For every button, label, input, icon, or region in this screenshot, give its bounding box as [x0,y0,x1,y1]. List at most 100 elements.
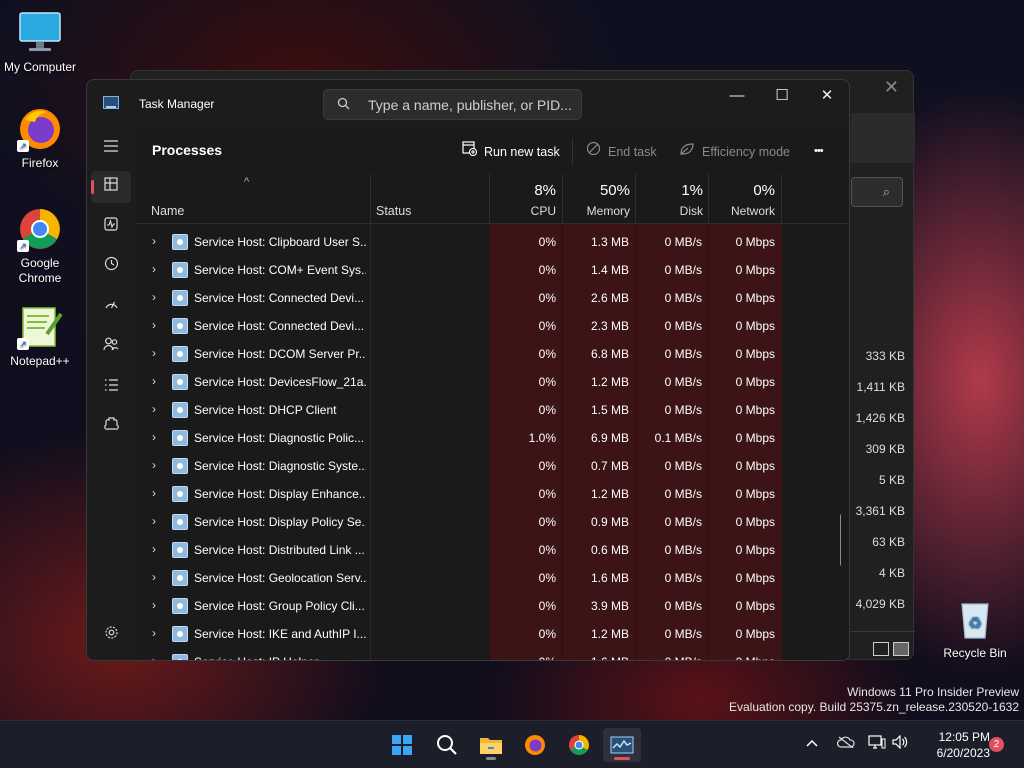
process-cpu: 0% [538,263,556,277]
expand-chevron-icon[interactable]: › [152,402,162,416]
expand-chevron-icon[interactable]: › [152,626,162,640]
process-cpu: 0% [538,235,556,249]
process-row[interactable]: › Service Host: Connected Devi... 0% 2.6 MB… [136,284,841,312]
column-header-name[interactable]: Name [151,204,184,218]
show-hidden-icons-chevron-icon[interactable] [806,735,818,751]
nav-settings-gear-icon[interactable] [91,620,131,652]
process-row[interactable]: › Service Host: DCOM Server Pr... 0% 6.8 MB… [136,340,841,368]
column-divider[interactable] [781,174,782,224]
expand-chevron-icon[interactable]: › [152,542,162,556]
recycle-bin-icon: ♻ [952,596,998,642]
nav-services-icon[interactable] [91,411,131,443]
search-icon [437,735,457,755]
nav-processes-icon[interactable] [91,171,131,203]
background-window-close-icon[interactable]: ✕ [884,77,899,98]
process-disk: 0 MB/s [664,627,702,641]
desktop-icon-recycle-bin[interactable]: ♻ Recycle Bin [935,596,1015,660]
process-name: Service Host: DCOM Server Pr... [194,347,366,361]
expand-chevron-icon[interactable]: › [152,346,162,360]
process-name: Service Host: Geolocation Serv... [194,571,366,585]
expand-chevron-icon[interactable]: › [152,318,162,332]
network-icon[interactable] [868,735,886,752]
process-row[interactable]: › Service Host: Display Enhance... 0% 1.2 M… [136,480,841,508]
expand-chevron-icon[interactable]: › [152,430,162,444]
efficiency-mode-button[interactable]: Efficiency mode [678,140,790,162]
process-row[interactable]: › Service Host: Clipboard User S... 0% 1.3 … [136,228,841,256]
start-button[interactable] [383,728,421,762]
expand-chevron-icon[interactable]: › [152,598,162,612]
process-row[interactable]: › Service Host: Distributed Link ... 0% 0.6… [136,536,841,564]
service-host-icon [172,542,188,558]
process-row[interactable]: › Service Host: IP Helper 0% 1.6 MB 0 MB/s 0 … [136,648,841,660]
column-divider[interactable] [708,174,709,224]
taskbar-task-manager[interactable] [603,728,641,762]
column-divider[interactable] [562,174,563,224]
column-divider[interactable] [489,174,490,224]
expand-chevron-icon[interactable]: › [152,234,162,248]
shortcut-arrow-icon: ↗ [17,338,29,350]
expand-chevron-icon[interactable]: › [152,290,162,304]
process-row[interactable]: › Service Host: Diagnostic Syste... 0% 0.7 … [136,452,841,480]
process-network: 0 Mbps [735,515,775,529]
desktop-icon-notepadpp[interactable]: ↗ Notepad++ [0,304,80,368]
search-box[interactable] [323,89,582,120]
tiles-view-icon[interactable] [893,642,909,656]
process-cpu: 0% [538,515,556,529]
taskbar-file-explorer[interactable] [472,728,510,762]
taskbar-firefox[interactable] [516,728,554,762]
background-window-search[interactable]: ⌕ [851,177,903,207]
process-row[interactable]: › Service Host: DevicesFlow_21a... 0% 1.2 M… [136,368,841,396]
process-disk: 0 MB/s [664,459,702,473]
expand-chevron-icon[interactable]: › [152,374,162,388]
column-header-status[interactable]: Status [376,204,411,218]
notification-badge[interactable]: 2 [989,737,1004,752]
desktop-icon-my-computer[interactable]: My Computer [0,10,80,74]
onedrive-cloud-icon[interactable] [836,735,855,751]
process-row[interactable]: › Service Host: IKE and AuthIP I... 0% 1.2 … [136,620,841,648]
nav-users-icon[interactable] [91,331,131,363]
expand-chevron-icon[interactable]: › [152,486,162,500]
shortcut-arrow-icon: ↗ [17,140,29,152]
process-memory: 1.4 MB [590,263,629,277]
process-row[interactable]: › Service Host: Connected Devi... 0% 2.3 MB… [136,312,841,340]
title-bar[interactable]: Task Manager — ☐ ✕ [87,80,849,128]
nav-details-icon[interactable] [91,371,131,403]
process-row[interactable]: › Service Host: Geolocation Serv... 0% 1.6 … [136,564,841,592]
task-manager-window[interactable]: Task Manager — ☐ ✕ [86,79,850,661]
expand-chevron-icon[interactable]: › [152,570,162,584]
close-button[interactable]: ✕ [807,84,847,108]
process-cpu: 0% [538,347,556,361]
nav-app-history-icon[interactable] [91,251,131,283]
more-options-button[interactable]: ••• [814,140,824,162]
desktop-icon-firefox[interactable]: ↗ Firefox [0,106,80,170]
expand-chevron-icon[interactable]: › [152,262,162,276]
system-clock[interactable]: 12:05 PM 6/20/2023 [920,729,990,761]
nav-startup-apps-icon[interactable] [91,291,131,323]
maximize-button[interactable]: ☐ [762,84,802,108]
expand-chevron-icon[interactable]: › [152,654,162,660]
process-row[interactable]: › Service Host: DHCP Client 0% 1.5 MB 0 MB/s… [136,396,841,424]
minimize-button[interactable]: — [717,84,757,108]
expand-chevron-icon[interactable]: › [152,514,162,528]
expand-chevron-icon[interactable]: › [152,458,162,472]
details-view-icon[interactable] [873,642,889,656]
vertical-scrollbar-thumb[interactable] [840,514,841,566]
process-row[interactable]: › Service Host: Diagnostic Polic... 1.0% 6.… [136,424,841,452]
process-list[interactable]: › Service Host: Clipboard User S... 0% 1.3 … [136,224,841,660]
nav-performance-icon[interactable] [91,211,131,243]
desktop-icon-google-chrome[interactable]: ↗ Google Chrome [0,206,80,286]
taskbar-search-button[interactable] [428,728,466,762]
process-row[interactable]: › Service Host: Display Policy Se... 0% 0.9… [136,508,841,536]
column-divider[interactable] [370,174,371,224]
process-row[interactable]: › Service Host: Group Policy Cli... 0% 3.9 … [136,592,841,620]
hamburger-menu-icon[interactable] [91,132,131,164]
end-task-button[interactable]: End task [584,140,657,162]
process-row[interactable]: › Service Host: COM+ Event Sys... 0% 1.4 MB… [136,256,841,284]
volume-icon[interactable] [892,734,908,752]
taskbar-chrome[interactable] [560,728,598,762]
column-divider[interactable] [635,174,636,224]
service-host-icon [172,262,188,278]
run-new-task-button[interactable]: Run new task [460,140,560,162]
process-name: Service Host: DHCP Client [194,403,337,417]
search-input[interactable] [368,96,574,114]
